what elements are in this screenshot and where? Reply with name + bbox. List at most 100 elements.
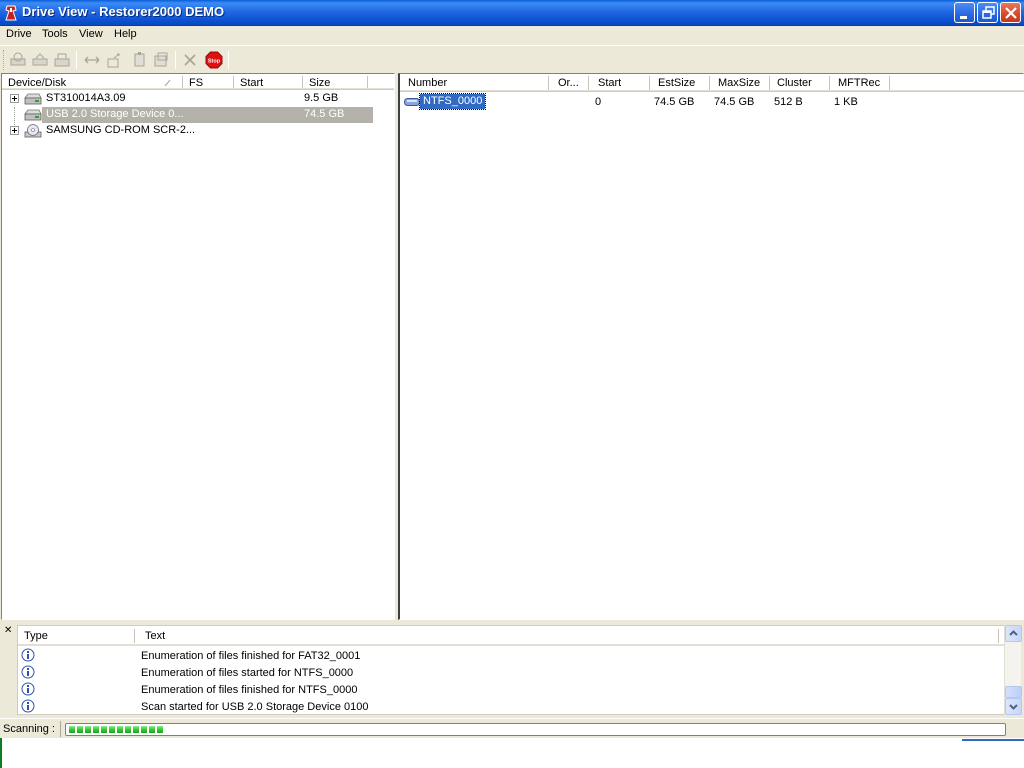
hard-disk-icon (24, 93, 42, 105)
delete-button[interactable] (180, 50, 200, 70)
status-separator (60, 721, 61, 737)
app-icon[interactable] (4, 5, 18, 21)
partition-mftrec: 1 KB (834, 96, 858, 108)
column-separator[interactable] (889, 76, 890, 90)
device-tree-pane[interactable]: Device/Disk FS Start Size ST310014A3.09 … (1, 73, 395, 620)
log-text: Enumeration of files started for NTFS_00… (141, 667, 354, 679)
restore-button[interactable] (977, 2, 998, 23)
log-close-icon[interactable]: ✕ (4, 625, 12, 636)
progress-block (77, 726, 83, 733)
chevron-down-icon (1009, 704, 1018, 710)
info-icon (21, 682, 35, 696)
minimize-button[interactable] (954, 2, 975, 23)
open-drive-button[interactable] (8, 50, 28, 70)
define-region-icon (84, 56, 100, 64)
menu-drive[interactable]: Drive (6, 28, 32, 40)
log-column-type[interactable]: Type (24, 630, 48, 642)
log-text: Scan started for USB 2.0 Storage Device … (141, 701, 369, 713)
create-image-button[interactable] (52, 50, 72, 70)
partition-maxsize: 74.5 GB (714, 96, 755, 108)
close-icon (1005, 7, 1017, 19)
progress-block (125, 726, 131, 733)
progress-block (101, 726, 107, 733)
tree-row-device-selected[interactable]: USB 2.0 Storage Device 0... 74.5 GB (2, 107, 394, 123)
cd-rom-icon (24, 124, 42, 138)
log-row[interactable]: Scan started for USB 2.0 Storage Device … (18, 698, 1004, 715)
delete-icon (184, 54, 196, 66)
scan-progress-bar (65, 723, 1006, 736)
progress-block (69, 726, 75, 733)
partition-list-pane[interactable]: Number Or... Start EstSize MaxSize Clust… (398, 73, 1024, 620)
info-icon (21, 648, 35, 662)
menu-help[interactable]: Help (114, 28, 137, 40)
paste-button[interactable] (151, 50, 171, 70)
toolbar-separator (175, 51, 176, 69)
open-image-icon (32, 53, 48, 66)
status-label: Scanning : (3, 723, 55, 735)
progress-block (149, 726, 155, 733)
open-drive-icon (10, 52, 26, 66)
column-separator[interactable] (134, 629, 135, 643)
column-separator[interactable] (998, 629, 999, 643)
svg-text:Stop: Stop (208, 59, 221, 65)
log-row[interactable]: Enumeration of files finished for NTFS_0… (18, 681, 1004, 698)
log-column-text[interactable]: Text (145, 630, 165, 642)
info-icon (21, 665, 35, 679)
menu-view[interactable]: View (79, 28, 103, 40)
window-title: Drive View - Restorer2000 DEMO (22, 4, 225, 19)
partition-estsize: 74.5 GB (654, 96, 695, 108)
device-name: USB 2.0 Storage Device 0... (46, 108, 184, 120)
expand-toggle[interactable] (10, 94, 19, 103)
expand-toggle[interactable] (10, 126, 19, 135)
tree-row-device[interactable]: SAMSUNG CD-ROM SCR-2... (2, 123, 394, 139)
scroll-up-button[interactable] (1005, 625, 1022, 642)
header-divider (400, 90, 1024, 92)
header-divider (2, 88, 394, 90)
minimize-icon (960, 16, 967, 19)
open-image-button[interactable] (30, 50, 50, 70)
log-pane: ✕ Type Text Enumeration of files finishe… (0, 623, 1024, 717)
paste-icon (154, 52, 168, 67)
scroll-down-button[interactable] (1005, 698, 1022, 715)
device-name: SAMSUNG CD-ROM SCR-2... (46, 124, 196, 136)
close-button[interactable] (1000, 2, 1021, 23)
define-region-button[interactable] (82, 50, 102, 70)
tree-row-device[interactable]: ST310014A3.09 9.5 GB (2, 91, 394, 107)
progress-block (93, 726, 99, 733)
sort-arrow-icon (164, 79, 171, 87)
device-name: ST310014A3.09 (46, 92, 126, 104)
log-row[interactable]: Enumeration of files finished for FAT32_… (18, 647, 1004, 664)
chevron-up-icon (1009, 630, 1018, 636)
toolbar-separator (76, 51, 77, 69)
scan-button[interactable] (104, 50, 124, 70)
scroll-thumb[interactable] (1005, 686, 1022, 698)
log-text: Enumeration of files finished for FAT32_… (141, 650, 361, 662)
progress-block (85, 726, 91, 733)
log-row[interactable]: Enumeration of files started for NTFS_00… (18, 664, 1004, 681)
log-list[interactable]: Type Text Enumeration of files finished … (17, 625, 1005, 715)
hard-disk-icon (24, 109, 42, 121)
stop-button[interactable]: Stop (204, 50, 224, 70)
log-header: Type Text (18, 626, 1004, 646)
status-bar: Scanning : (0, 718, 1024, 738)
menu-divider (0, 45, 1024, 46)
toolbar: Stop (0, 47, 1024, 73)
stop-icon: Stop (205, 51, 223, 69)
progress-fill (69, 726, 163, 733)
copy-button[interactable] (129, 50, 149, 70)
partition-row[interactable]: NTFS_0000 0 74.5 GB 74.5 GB 512 B 1 KB (400, 93, 1024, 110)
device-size: 74.5 GB (304, 108, 345, 120)
desktop-edge (0, 738, 2, 768)
progress-block (109, 726, 115, 733)
toolbar-separator (228, 51, 229, 69)
partition-name[interactable]: NTFS_0000 (418, 93, 487, 110)
progress-block (141, 726, 147, 733)
progress-block (133, 726, 139, 733)
title-bar[interactable]: Drive View - Restorer2000 DEMO (0, 0, 1024, 26)
progress-block (117, 726, 123, 733)
partition-icon (404, 98, 420, 106)
toolbar-grip[interactable] (3, 50, 6, 70)
menu-tools[interactable]: Tools (42, 28, 68, 40)
log-scrollbar[interactable] (1004, 625, 1022, 715)
partition-cluster: 512 B (774, 96, 803, 108)
